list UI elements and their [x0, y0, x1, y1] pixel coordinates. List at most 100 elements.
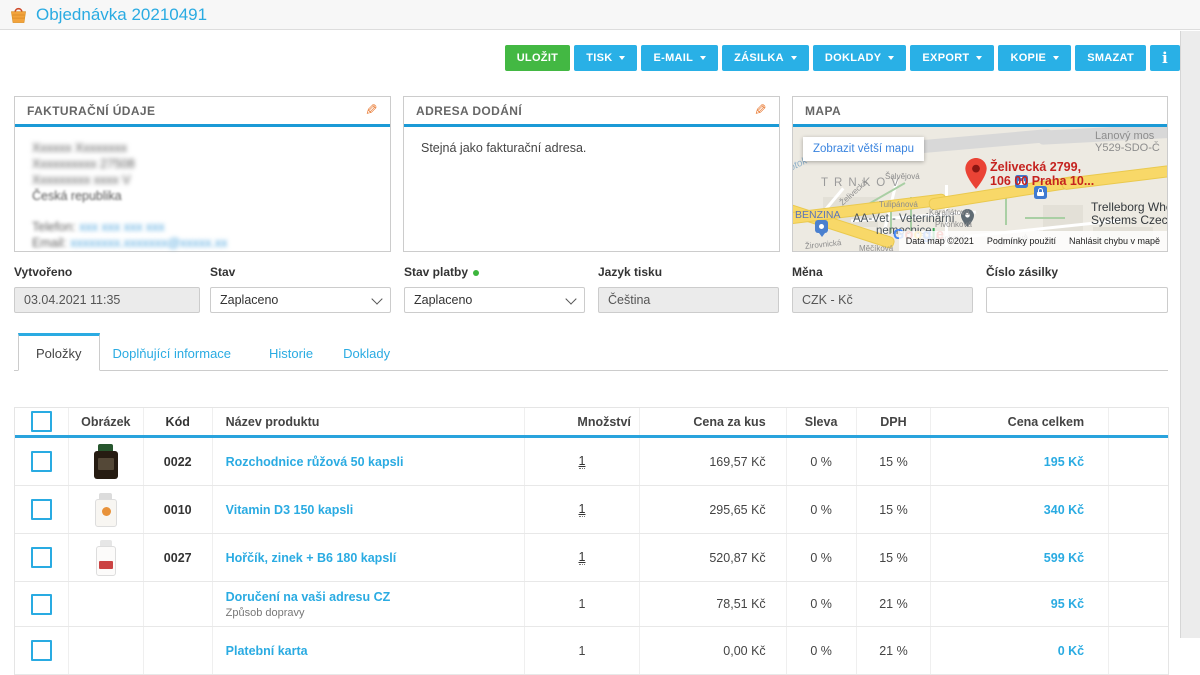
shipping-note: Stejná jako fakturační adresa.: [421, 140, 762, 156]
quantity-editable[interactable]: 1: [579, 454, 586, 469]
tab-items[interactable]: Položky: [18, 333, 100, 371]
row-checkbox[interactable]: [31, 594, 52, 615]
map-data-copyright: Data map ©2021: [906, 233, 974, 249]
street-label: Tulipánová: [879, 197, 918, 213]
map-report-link[interactable]: Nahlásit chybu v mapě: [1069, 233, 1160, 249]
chevron-down-icon: [700, 56, 706, 60]
payment-status-label: Stav platby: [404, 265, 585, 279]
tab-documents[interactable]: Doklady: [330, 336, 403, 370]
row-checkbox[interactable]: [31, 451, 52, 472]
total-price-link[interactable]: 0 Kč: [1058, 644, 1084, 658]
product-link[interactable]: Vitamin D3 150 kapsli: [226, 503, 354, 517]
chevron-down-icon: [1053, 56, 1059, 60]
chevron-down-icon: [371, 293, 382, 304]
col-header-name: Název produktu: [213, 408, 525, 435]
tab-additional-info[interactable]: Doplňující informace: [100, 336, 245, 370]
payment-status-indicator-dot: [473, 270, 479, 276]
row-actions-cell: [1109, 534, 1168, 581]
larger-map-link[interactable]: Zobrazit větší mapu: [803, 137, 924, 161]
map-panel-header: MAPA: [793, 97, 1167, 127]
table-row: 0022 Rozchodnice růžová 50 kapsli 1 169,…: [15, 438, 1168, 486]
product-link[interactable]: Rozchodnice růžová 50 kapsli: [226, 455, 404, 469]
product-image: [94, 444, 118, 479]
email-link[interactable]: xxxxxxxx.xxxxxxx@xxxxx.xx: [70, 236, 227, 250]
chevron-down-icon: [888, 56, 894, 60]
email-button[interactable]: E-MAIL: [641, 45, 718, 71]
map-company-line2: Systems Czech: [1091, 214, 1167, 227]
print-button[interactable]: TISK: [574, 45, 637, 71]
row-checkbox[interactable]: [31, 547, 52, 568]
status-select[interactable]: Zaplaceno: [210, 287, 391, 313]
row-actions-cell: [1109, 486, 1168, 533]
shipping-panel-header: ADRESA DODÁNÍ: [404, 97, 779, 127]
phone-label: Telefon:: [32, 220, 76, 234]
vat: 15 %: [857, 534, 932, 581]
billing-panel-title: FAKTURAČNÍ ÚDAJE: [27, 104, 155, 118]
discount: 0 %: [787, 582, 857, 626]
order-basket-icon: [9, 6, 28, 24]
tracking-number-input[interactable]: [986, 287, 1168, 313]
phone-link[interactable]: xxx xxx xxx xxx: [79, 220, 164, 234]
map-bridge-line1: Lanový mos: [1095, 130, 1160, 142]
export-button[interactable]: EXPORT: [910, 45, 994, 71]
chevron-down-icon: [976, 56, 982, 60]
order-toolbar: ULOŽIT TISK E-MAIL ZÁSILKA DOKLADY EXPOR…: [14, 45, 1180, 71]
table-row: 0010 Vitamin D3 150 kapsli 1 295,65 Kč 0…: [15, 486, 1168, 534]
map-panel-title: MAPA: [805, 104, 841, 118]
map-terms-link[interactable]: Podmínky použití: [987, 233, 1056, 249]
info-icon: i: [1162, 49, 1168, 67]
documents-button-label: DOKLADY: [825, 52, 882, 64]
total-price-link[interactable]: 95 Kč: [1051, 597, 1084, 611]
created-input: 03.04.2021 11:35: [14, 287, 200, 313]
map-panel: MAPA: [792, 96, 1168, 252]
map-marker-icon[interactable]: [965, 158, 987, 193]
tab-history[interactable]: Historie: [256, 336, 326, 370]
billing-panel-header: FAKTURAČNÍ ÚDAJE: [15, 97, 390, 127]
billing-panel: FAKTURAČNÍ ÚDAJE Xxxxxx Xxxxxxxx Xxxxxxx…: [14, 96, 391, 252]
product-link[interactable]: Hořčík, zinek + B6 180 kapslí: [226, 551, 397, 565]
shipment-button[interactable]: ZÁSILKA: [722, 45, 809, 71]
product-image: [96, 540, 116, 576]
shipping-panel-body: Stejná jako fakturační adresa.: [404, 127, 779, 251]
col-header-code: Kód: [144, 408, 213, 435]
total-price-link[interactable]: 195 Kč: [1044, 455, 1084, 469]
gas-station-pin-icon: [815, 220, 828, 233]
status-label: Stav: [210, 265, 391, 279]
save-button[interactable]: ULOŽIT: [505, 45, 571, 71]
status-field: Stav Zaplaceno: [210, 265, 391, 313]
total-price-link[interactable]: 599 Kč: [1044, 551, 1084, 565]
shipping-panel: ADRESA DODÁNÍ Stejná jako fakturační adr…: [403, 96, 780, 252]
quantity-editable[interactable]: 1: [579, 550, 586, 565]
col-header-total: Cena celkem: [931, 408, 1109, 435]
row-checkbox[interactable]: [31, 640, 52, 661]
tracking-number-field: Číslo zásilky: [986, 265, 1168, 313]
row-actions-cell: [1109, 627, 1168, 674]
copy-button[interactable]: KOPIE: [998, 45, 1071, 71]
payment-status-select[interactable]: Zaplaceno: [404, 287, 585, 313]
email-label: Email:: [32, 236, 67, 250]
edit-pencil-icon[interactable]: [754, 103, 767, 118]
print-language-label: Jazyk tisku: [598, 265, 779, 279]
total-price-link[interactable]: 340 Kč: [1044, 503, 1084, 517]
map-bridge-label: Lanový mos Y529-SDO-Č: [1095, 130, 1160, 154]
billing-phone-row: Telefon: xxx xxx xxx xxx: [32, 219, 373, 235]
copy-button-label: KOPIE: [1010, 52, 1046, 64]
street-label: Šalvějová: [885, 169, 920, 185]
col-header-vat: DPH: [857, 408, 932, 435]
info-button[interactable]: i: [1150, 45, 1180, 71]
row-actions-cell: [1109, 582, 1168, 626]
shipment-button-label: ZÁSILKA: [734, 52, 784, 64]
quantity-editable[interactable]: 1: [579, 502, 586, 517]
unit-price: 78,51 Kč: [716, 597, 765, 611]
currency-label: Měna: [792, 265, 973, 279]
documents-button[interactable]: DOKLADY: [813, 45, 907, 71]
select-all-checkbox[interactable]: [31, 411, 52, 432]
tracking-number-label: Číslo zásilky: [986, 265, 1168, 279]
col-header-discount: Sleva: [787, 408, 857, 435]
payment-method-link[interactable]: Platební karta: [226, 644, 308, 658]
shipping-method-link[interactable]: Doručení na vaši adresu CZ: [226, 590, 391, 604]
delete-button[interactable]: SMAZAT: [1075, 45, 1146, 71]
google-map[interactable]: ptok TRNKOV Lanový mos Y529-SDO-Č Trelle…: [793, 127, 1167, 251]
row-checkbox[interactable]: [31, 499, 52, 520]
edit-pencil-icon[interactable]: [365, 103, 378, 118]
